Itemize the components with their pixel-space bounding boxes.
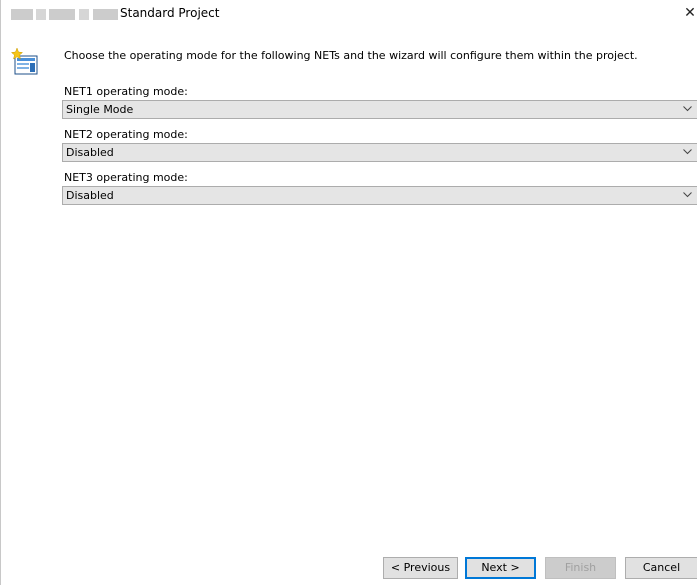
chevron-down-icon [683,192,692,198]
net2-mode-select[interactable]: Disabled [62,143,697,162]
net3-label: NET3 operating mode: [64,171,188,184]
finish-button[interactable]: Finish [545,557,616,579]
redacted-title-block [93,9,118,20]
previous-button[interactable]: < Previous [383,557,458,579]
redacted-title-block [49,9,75,20]
net3-mode-select[interactable]: Disabled [62,186,697,205]
chevron-down-icon [683,106,692,112]
window-title: Standard Project [120,6,220,20]
net2-mode-value: Disabled [66,146,114,159]
intro-text: Choose the operating mode for the follow… [64,49,638,62]
wizard-icon [11,47,38,75]
redacted-title-block [79,9,89,20]
wizard-window: Standard Project ✕ Choose the operating … [0,0,697,585]
chevron-down-icon [683,149,692,155]
close-button[interactable]: ✕ [682,0,697,28]
close-icon: ✕ [684,5,696,21]
redacted-title-block [36,9,46,20]
net1-mode-value: Single Mode [66,103,134,116]
net2-label: NET2 operating mode: [64,128,188,141]
redacted-title-block [11,9,33,20]
next-button[interactable]: Next > [465,557,536,579]
cancel-button[interactable]: Cancel [625,557,697,579]
net1-mode-select[interactable]: Single Mode [62,100,697,119]
net3-mode-value: Disabled [66,189,114,202]
net1-label: NET1 operating mode: [64,85,188,98]
title-bar: Standard Project ✕ [2,0,697,28]
